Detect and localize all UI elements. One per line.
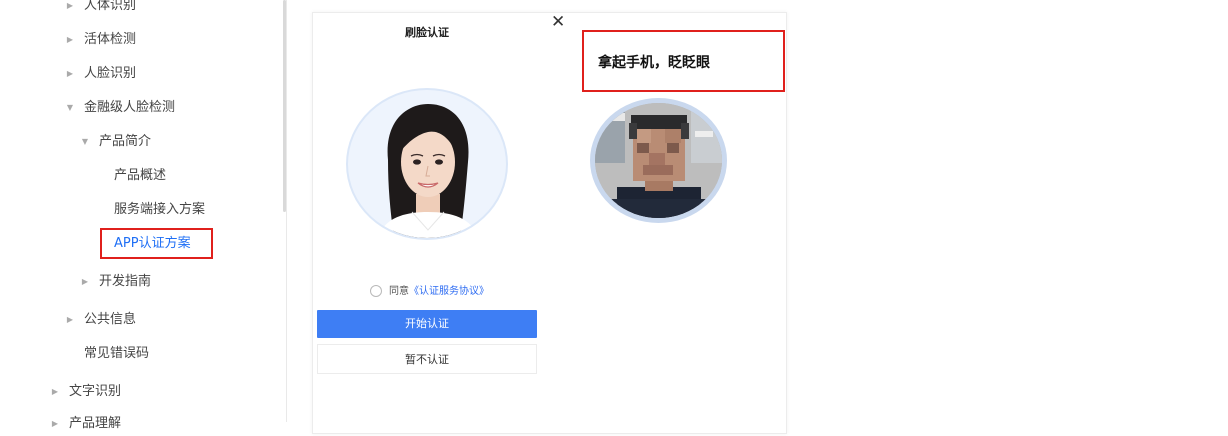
sidebar-item-financial-face-detection[interactable]: ▼ 金融级人脸检测 xyxy=(67,96,176,120)
agree-radio[interactable] xyxy=(370,285,382,297)
sidebar-item-label: 常见错误码 xyxy=(84,346,150,361)
sample-face-image xyxy=(346,88,508,240)
pixelated-face-icon xyxy=(595,103,722,218)
caret-right-icon: ▶ xyxy=(66,315,74,324)
camera-preview xyxy=(590,98,727,223)
caret-right-icon: ▶ xyxy=(81,277,89,286)
sidebar-item-label: 服务端接入方案 xyxy=(114,202,206,217)
sidebar-item-product-overview[interactable]: 产品概述 xyxy=(114,164,166,188)
camera-feed xyxy=(595,103,722,218)
sidebar-item-dev-guide[interactable]: ▶ 开发指南 xyxy=(82,270,152,294)
sidebar-item-liveness-detection[interactable]: ▶ 活体检测 xyxy=(67,28,137,52)
sidebar-item-error-codes[interactable]: 常见错误码 xyxy=(84,342,149,366)
sidebar-item-label: 产品理解 xyxy=(69,416,122,431)
caret-right-icon: ▶ xyxy=(66,69,74,78)
close-icon[interactable]: ✕ xyxy=(551,12,565,32)
service-agreement-link[interactable]: 《认证服务协议》 xyxy=(409,286,489,297)
skip-verification-button[interactable]: 暂不认证 xyxy=(317,344,537,374)
sidebar-item-label: 活体检测 xyxy=(84,32,137,47)
sidebar-item-label: 金融级人脸检测 xyxy=(84,100,176,115)
face-portrait-icon xyxy=(378,104,478,238)
start-verification-button[interactable]: 开始认证 xyxy=(317,310,537,338)
sidebar-item-server-integration[interactable]: 服务端接入方案 xyxy=(114,198,205,222)
sidebar-item-product-understanding[interactable]: ▶ 产品理解 xyxy=(52,412,122,436)
sidebar-item-label: 文字识别 xyxy=(69,384,122,399)
caret-right-icon: ▶ xyxy=(66,35,74,44)
sidebar-item-face-recognition[interactable]: ▶ 人脸识别 xyxy=(67,62,137,86)
sidebar-item-product-intro[interactable]: ▼ 产品简介 xyxy=(82,130,152,154)
sidebar-item-label: 人体识别 xyxy=(84,0,137,13)
sidebar-item-label: 开发指南 xyxy=(99,274,152,289)
caret-right-icon: ▶ xyxy=(51,419,59,428)
sidebar-item-label: 产品概述 xyxy=(114,168,167,183)
sidebar-item-label: 公共信息 xyxy=(84,312,137,327)
sidebar-item-common-info[interactable]: ▶ 公共信息 xyxy=(67,308,137,332)
sidebar-item-body-recognition[interactable]: ▶ 人体识别 xyxy=(67,0,137,18)
agree-prefix: 同意 xyxy=(389,286,409,297)
sidebar-item-label: 人脸识别 xyxy=(84,66,137,81)
sidebar-nav: ▶ 人体识别 ▶ 活体检测 ▶ 人脸识别 ▼ 金融级人脸检测 ▼ 产品简介 产品… xyxy=(0,0,286,431)
agreement-text: 同意《认证服务协议》 xyxy=(389,285,489,298)
sidebar-divider xyxy=(286,0,287,422)
sidebar-item-text-recognition[interactable]: ▶ 文字识别 xyxy=(52,380,122,404)
verify-title: 刷脸认证 xyxy=(405,26,449,39)
caret-right-icon: ▶ xyxy=(51,387,59,396)
caret-right-icon: ▶ xyxy=(66,1,74,10)
sidebar-item-label: 产品简介 xyxy=(99,134,152,149)
caret-down-icon: ▼ xyxy=(81,137,89,146)
liveness-tip: 拿起手机，眨眨眼 xyxy=(598,55,710,71)
caret-down-icon: ▼ xyxy=(66,103,74,112)
highlight-box-app-auth xyxy=(100,228,213,259)
